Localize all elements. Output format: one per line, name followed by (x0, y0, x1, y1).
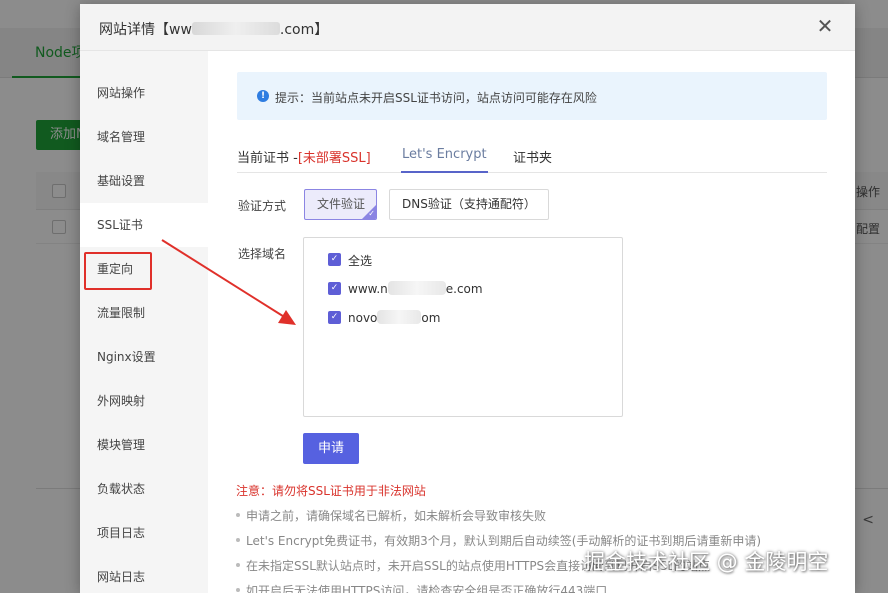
watermark-text: 掘金技术社区 @ 金陵明空 (584, 550, 829, 574)
site-details-modal: 网站详情【ww .com】 ✕ 网站操作 域名管理 基础设置 SSL证书 重定向 … (80, 4, 855, 593)
tab-current-cert[interactable]: 当前证书 -[未部署SSL] (237, 147, 371, 173)
redacted-domain (377, 310, 422, 324)
modal-title-suffix: .com】 (279, 22, 329, 38)
info-icon: ! (257, 90, 269, 102)
notice-title: 注意：请勿将SSL证书用于非法网站 (236, 484, 426, 498)
bullet-icon (236, 563, 240, 567)
modal-header: 网站详情【ww .com】 ✕ (80, 4, 855, 51)
sidebar-item-site-ops[interactable]: 网站操作 (80, 71, 208, 115)
bullet-icon (236, 538, 240, 542)
notice-text: 如开启后无法使用HTTPS访问，请检查安全组是否正确放行443端口 (246, 584, 608, 593)
file-verify-option[interactable]: 文件验证 ✓ (304, 189, 377, 220)
modal-title: 网站详情【ww .com】 (99, 19, 328, 39)
tab-lets-encrypt[interactable]: Let's Encrypt (401, 147, 488, 173)
notice-item: 如开启后无法使用HTTPS访问，请检查安全组是否正确放行443端口 (236, 582, 607, 593)
domain-prefix: www.n (348, 282, 388, 296)
sidebar-item-nginx[interactable]: Nginx设置 (80, 335, 208, 379)
notice-text: 申请之前，请确保域名已解析，如未解析会导致审核失败 (246, 509, 547, 523)
bullet-icon (236, 513, 240, 517)
select-all-label: 全选 (348, 254, 373, 268)
sidebar-item-traffic-limit[interactable]: 流量限制 (80, 291, 208, 335)
domain-text: www.n e.com (348, 281, 483, 296)
domain-suffix: e.com (445, 282, 483, 296)
checkbox-checked-icon: ✓ (328, 311, 341, 324)
sidebar-item-domains[interactable]: 域名管理 (80, 115, 208, 159)
tip-text: 提示：当前站点未开启SSL证书访问，站点访问可能存在风险 (275, 91, 597, 105)
sidebar-item-external-mapping[interactable]: 外网映射 (80, 379, 208, 423)
dns-verify-option[interactable]: DNS验证（支持通配符） (389, 189, 549, 220)
bullet-icon (236, 588, 240, 592)
tab-cert-folder[interactable]: 证书夹 (513, 147, 552, 173)
sidebar-item-basic-settings[interactable]: 基础设置 (80, 159, 208, 203)
ssl-tabs: 当前证书 -[未部署SSL] Let's Encrypt 证书夹 (237, 147, 827, 173)
ssl-warning-tip: ! 提示：当前站点未开启SSL证书访问，站点访问可能存在风险 (237, 72, 827, 120)
redacted-domain (191, 22, 280, 35)
sidebar-item-project-log[interactable]: 项目日志 (80, 511, 208, 555)
modal-title-prefix: 网站详情【ww (99, 22, 192, 38)
file-verify-label: 文件验证 (317, 197, 366, 211)
checkbox-checked-icon: ✓ (328, 253, 341, 266)
domain-prefix: novo (348, 311, 378, 325)
check-icon: ✓ (368, 209, 375, 218)
sidebar-item-site-log[interactable]: 网站日志 (80, 555, 208, 593)
ssl-status: [未部署SSL] (297, 151, 371, 166)
redacted-domain (387, 281, 446, 295)
tab-current-cert-label: 当前证书 - (237, 151, 298, 166)
domain-text: novo om (348, 310, 440, 325)
apply-button[interactable]: 申请 (303, 433, 359, 464)
ssl-panel: ! 提示：当前站点未开启SSL证书访问，站点访问可能存在风险 当前证书 -[未部… (208, 51, 855, 593)
sidebar-item-modules[interactable]: 模块管理 (80, 423, 208, 467)
verify-method-label: 验证方式 (238, 199, 287, 213)
close-icon[interactable]: ✕ (815, 16, 835, 36)
checkbox-checked-icon: ✓ (328, 282, 341, 295)
domain-list: ✓ 全选 ✓ www.n e.com ✓ novo om (303, 237, 623, 417)
select-domains-label: 选择域名 (238, 247, 287, 261)
domain-suffix: om (421, 311, 441, 325)
ssl-highlight-box (84, 252, 152, 290)
notice-item: 申请之前，请确保域名已解析，如未解析会导致审核失败 (236, 507, 546, 524)
modal-sidebar: 网站操作 域名管理 基础设置 SSL证书 重定向 流量限制 Nginx设置 外网… (80, 51, 208, 593)
sidebar-item-ssl[interactable]: SSL证书 (80, 203, 208, 247)
sidebar-item-load-status[interactable]: 负载状态 (80, 467, 208, 511)
